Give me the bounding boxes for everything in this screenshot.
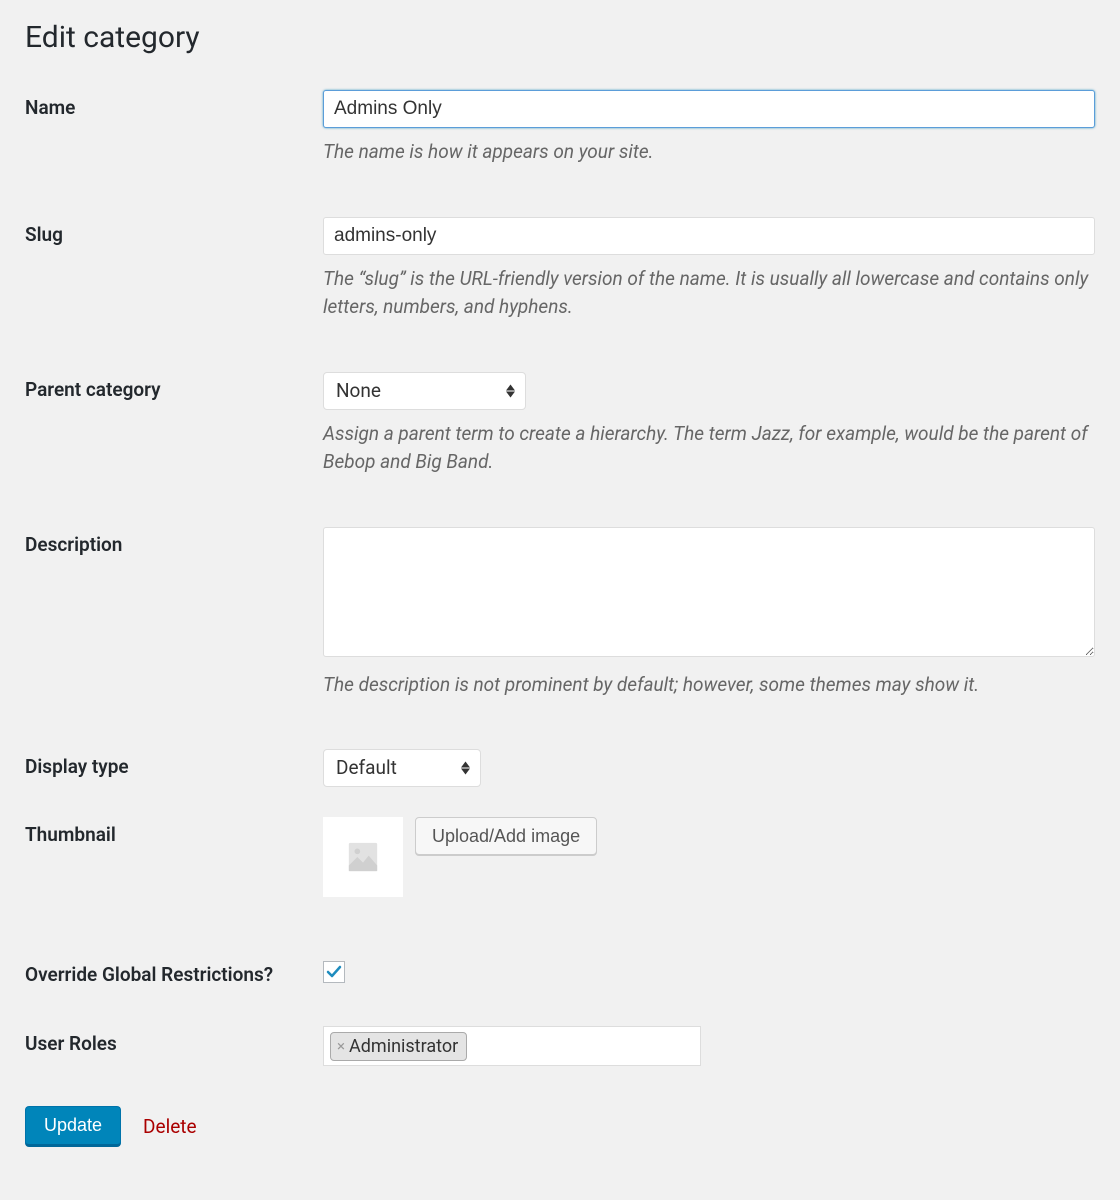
field-row-override-restrictions: Override Global Restrictions? xyxy=(25,957,1095,986)
action-row: Update Delete xyxy=(25,1106,1095,1146)
chevron-updown-icon xyxy=(506,384,515,397)
parent-category-description: Assign a parent term to create a hierarc… xyxy=(323,420,1095,477)
delete-link[interactable]: Delete xyxy=(143,1115,197,1138)
override-restrictions-checkbox[interactable] xyxy=(323,961,345,983)
field-row-thumbnail: Thumbnail Upload/Add image xyxy=(25,817,1095,897)
name-label: Name xyxy=(25,90,323,119)
parent-category-value: None xyxy=(324,373,525,409)
field-row-user-roles: User Roles × Administrator xyxy=(25,1026,1095,1066)
thumbnail-label: Thumbnail xyxy=(25,817,323,846)
field-row-slug: Slug The “slug” is the URL-friendly vers… xyxy=(25,217,1095,322)
chevron-updown-icon xyxy=(461,762,470,775)
slug-input[interactable] xyxy=(323,217,1095,255)
slug-description: The “slug” is the URL-friendly version o… xyxy=(323,265,1095,322)
description-textarea[interactable] xyxy=(323,527,1095,657)
field-row-display-type: Display type Default xyxy=(25,749,1095,787)
update-button[interactable]: Update xyxy=(25,1106,121,1146)
field-row-name: Name The name is how it appears on your … xyxy=(25,90,1095,167)
parent-category-select[interactable]: None xyxy=(323,372,526,410)
checkmark-icon xyxy=(326,964,342,980)
slug-label: Slug xyxy=(25,217,323,246)
display-type-label: Display type xyxy=(25,749,323,778)
user-role-tag[interactable]: × Administrator xyxy=(330,1032,467,1061)
parent-category-label: Parent category xyxy=(25,372,323,401)
remove-tag-icon[interactable]: × xyxy=(337,1039,345,1054)
page-title: Edit category xyxy=(25,20,1095,55)
description-help: The description is not prominent by defa… xyxy=(323,671,1095,700)
image-placeholder-icon xyxy=(346,840,380,874)
user-role-tag-label: Administrator xyxy=(349,1036,458,1057)
display-type-value: Default xyxy=(324,750,480,786)
override-restrictions-label: Override Global Restrictions? xyxy=(25,957,323,986)
user-roles-label: User Roles xyxy=(25,1026,323,1055)
field-row-parent-category: Parent category None Assign a parent ter… xyxy=(25,372,1095,477)
display-type-select[interactable]: Default xyxy=(323,749,481,787)
user-roles-input[interactable]: × Administrator xyxy=(323,1026,701,1066)
upload-image-button[interactable]: Upload/Add image xyxy=(415,817,597,855)
thumbnail-preview xyxy=(323,817,403,897)
field-row-description: Description The description is not promi… xyxy=(25,527,1095,700)
description-label: Description xyxy=(25,527,323,556)
name-description: The name is how it appears on your site. xyxy=(323,138,1095,167)
name-input[interactable] xyxy=(323,90,1095,128)
